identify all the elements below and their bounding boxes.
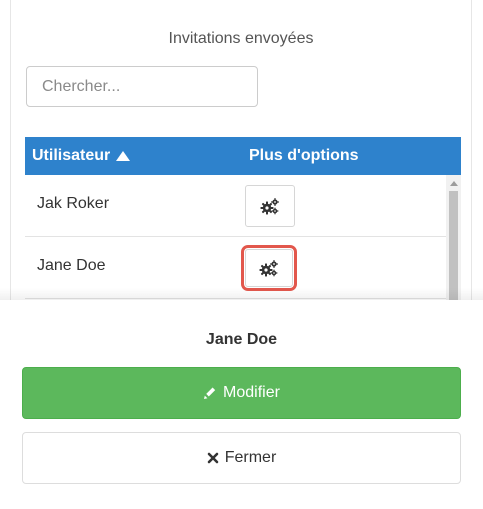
pencil-icon <box>203 386 217 400</box>
invitations-panel: Invitations envoyées Utilisateur Plus d'… <box>10 0 472 300</box>
action-sheet-title: Jane Doe <box>205 331 278 348</box>
table-header: Utilisateur Plus d'options <box>25 137 461 175</box>
modify-button-label: Modifier <box>223 384 280 401</box>
column-header-user[interactable]: Utilisateur <box>32 147 131 165</box>
column-header-options: Plus d'options <box>249 147 359 164</box>
users-table: Utilisateur Plus d'options Jak Roker Jan… <box>25 137 461 300</box>
scroll-up-arrow-icon[interactable] <box>450 181 458 186</box>
column-header-user-label: Utilisateur <box>32 147 111 164</box>
scrollbar-thumb[interactable] <box>449 191 458 300</box>
gears-icon <box>260 197 280 215</box>
action-sheet: Jane Doe Modifier Fermer <box>0 300 483 509</box>
modify-button[interactable]: Modifier <box>22 367 461 419</box>
more-options-button-highlighted[interactable] <box>241 245 297 291</box>
caret-up-icon <box>116 151 131 161</box>
gears-icon <box>259 259 279 277</box>
search-input[interactable] <box>26 66 258 107</box>
close-button[interactable]: Fermer <box>22 432 461 484</box>
times-icon <box>207 452 219 464</box>
row-user-name: Jak Roker <box>37 195 110 212</box>
table-scrollbar[interactable] <box>446 175 461 300</box>
panel-title: Invitations envoyées <box>168 30 314 47</box>
more-options-button[interactable] <box>245 185 295 227</box>
close-button-label: Fermer <box>224 449 277 466</box>
table-row: Jak Roker <box>25 175 446 237</box>
row-user-name: Jane Doe <box>37 257 106 274</box>
